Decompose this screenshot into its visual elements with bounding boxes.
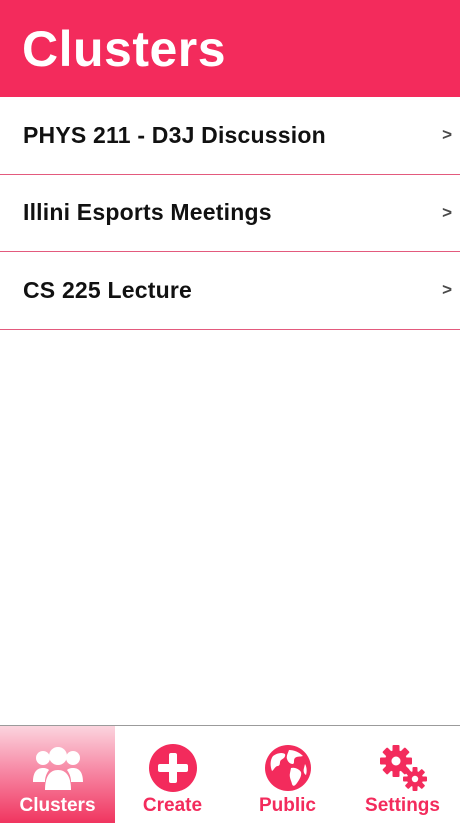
tab-label: Public (258, 795, 316, 816)
gears-icon (373, 740, 433, 796)
tab-label: Settings (365, 795, 440, 816)
chevron-right-icon: > (442, 125, 452, 145)
tab-public[interactable]: Public (230, 726, 345, 823)
cluster-name: PHYS 211 - D3J Discussion (23, 121, 326, 148)
chevron-right-icon: > (442, 280, 452, 300)
tab-settings[interactable]: Settings (345, 726, 460, 823)
globe-icon (258, 740, 318, 796)
tab-create[interactable]: Create (115, 726, 230, 823)
users-icon (28, 740, 88, 796)
chevron-right-icon: > (442, 202, 452, 222)
cluster-list-item[interactable]: Illini Esports Meetings > (0, 174, 460, 252)
cluster-list-item[interactable]: CS 225 Lecture > (0, 252, 460, 330)
page-title: Clusters (22, 20, 227, 77)
header-bar: Clusters (0, 0, 460, 97)
cluster-name: CS 225 Lecture (23, 276, 192, 303)
tab-clusters[interactable]: Clusters (0, 726, 115, 823)
tab-label: Create (142, 795, 203, 816)
plus-circle-icon (143, 740, 203, 796)
cluster-name: Illini Esports Meetings (23, 199, 272, 226)
bottom-tab-bar: Clusters Create Public Settings (0, 725, 460, 823)
cluster-list: PHYS 211 - D3J Discussion > Illini Espor… (0, 97, 460, 330)
tab-label: Clusters (19, 795, 96, 816)
cluster-list-item[interactable]: PHYS 211 - D3J Discussion > (0, 97, 460, 175)
